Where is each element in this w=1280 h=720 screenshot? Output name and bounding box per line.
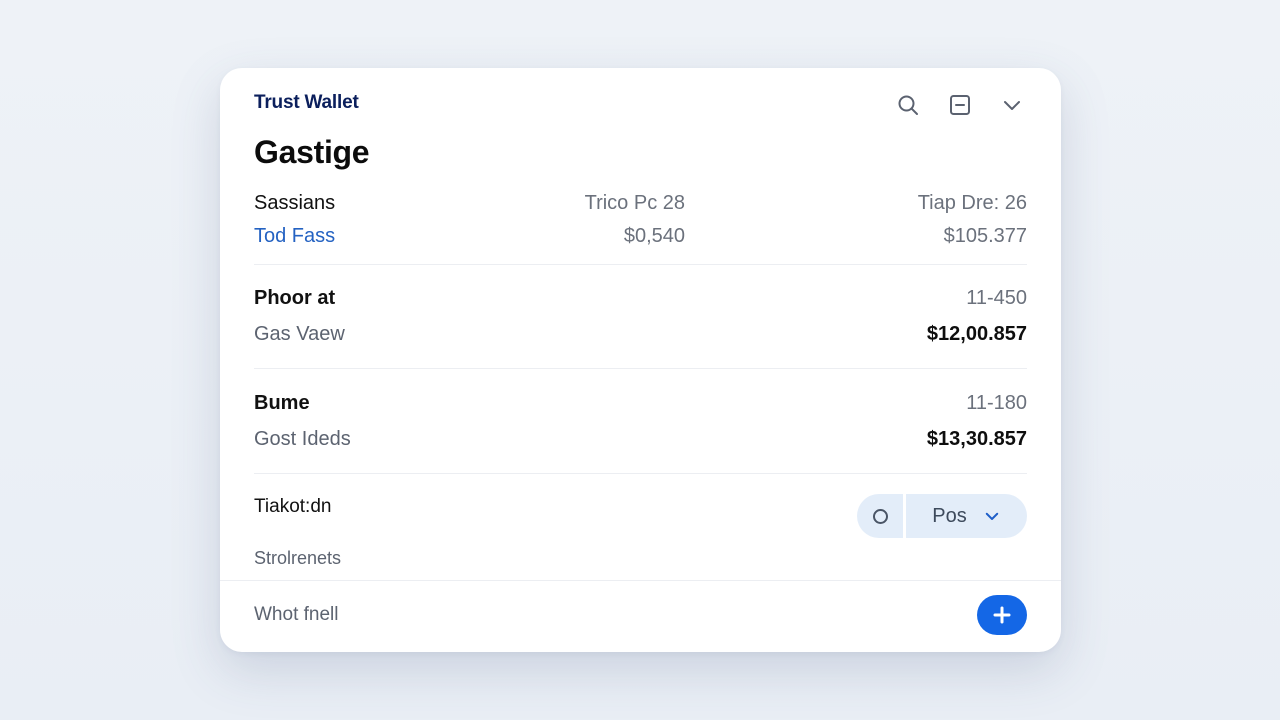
divider [254,368,1027,369]
pos-dropdown[interactable]: Pos [906,494,1027,538]
settings-label: Tiakot:dn [254,496,332,517]
circle-icon [872,508,888,524]
search-icon[interactable] [893,90,923,120]
item-amount: $12,00.857 [926,323,1027,345]
item-code: 11-450 [966,287,1027,309]
dropdown-value: Pos [932,504,967,527]
item-name: Bume [254,392,310,414]
page-title: Gastige [254,134,370,170]
chevron-down-icon[interactable] [997,90,1027,120]
circle-toggle-button[interactable] [857,494,906,538]
item-name: Phoor at [254,287,336,309]
list-item[interactable]: Phoor at Gas Vaew 11-450 $12,00.857 [254,283,1027,353]
settings-sublabel: Strolrenets [254,548,342,568]
divider [254,473,1027,474]
wallet-card: Trust Wallet Gastige Sassians Tod Fass T… [220,68,1061,652]
item-code: 11-180 [966,392,1027,414]
summary-col3-value: $105.377 [943,225,1027,247]
plus-icon [993,606,1011,624]
item-subtitle: Gost Ideds [254,428,351,450]
add-button[interactable] [977,595,1027,635]
summary-col2-value: $0,540 [623,225,685,247]
item-subtitle: Gas Vaew [254,323,345,345]
item-amount: $13,30.857 [926,428,1027,450]
brand-title: Trust Wallet [254,92,359,113]
summary-row: Sassians Tod Fass Trico Pc 28 $0,540 Tia… [254,188,1027,258]
header-actions [893,90,1027,120]
summary-link[interactable]: Tod Fass [254,225,335,248]
footer-divider [220,580,1061,581]
summary-label: Sassians [254,192,336,214]
summary-col3-label: Tiap Dre: 26 [917,192,1027,214]
list-item[interactable]: Bume Gost Ideds 11-180 $13,30.857 [254,388,1027,458]
summary-col2-label: Trico Pc 28 [584,192,685,214]
footer-label: Whot fnell [254,604,339,625]
segmented-select: Pos [857,494,1027,538]
divider [254,264,1027,265]
minimize-icon[interactable] [945,90,975,120]
chevron-down-icon [985,512,998,520]
